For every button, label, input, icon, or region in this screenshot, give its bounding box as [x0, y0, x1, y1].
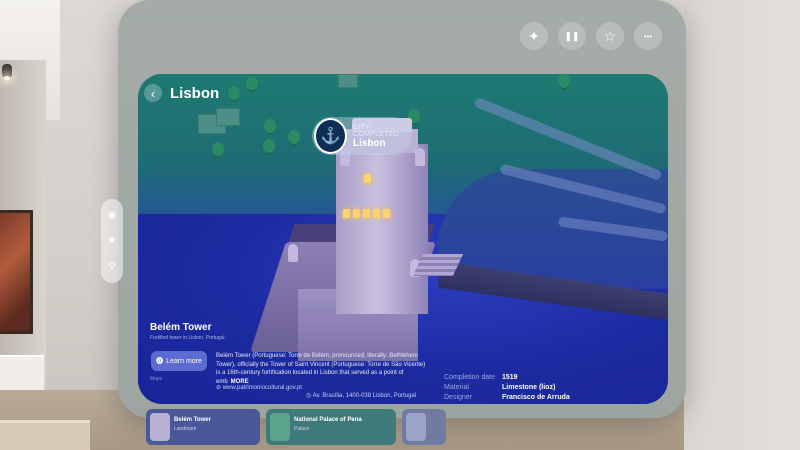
card-title: National Palace of Pena [294, 417, 362, 423]
landmark-subtitle: Fortified tower in Lisbon, Portugal [150, 335, 225, 341]
star-icon: ☆ [603, 27, 617, 44]
map-tree [228, 86, 240, 100]
star-icon[interactable]: ★ [106, 235, 118, 247]
map-tree [212, 142, 224, 156]
location-icon: ◎ [306, 393, 312, 399]
side-toolbar: ◉ ★ ⚲ [101, 199, 123, 283]
card-thumbnail [150, 413, 170, 441]
compass-glyph: ◉ [107, 210, 117, 222]
badge-status: CITY COMPLETED [352, 123, 400, 138]
gift-glyph: ⚲ [108, 260, 116, 272]
gift-icon[interactable]: ⚲ [106, 260, 118, 272]
fact-row: Designer Francisco de Arruda [444, 394, 570, 404]
map-building [216, 108, 240, 126]
lit-window [343, 209, 350, 218]
carousel-card[interactable] [402, 409, 446, 445]
star-glyph: ★ [107, 235, 117, 247]
tower-keep [336, 144, 428, 314]
map-building [338, 74, 358, 88]
tower-turret [415, 148, 425, 166]
lit-window [363, 209, 370, 218]
fact-label: Completion date [444, 374, 495, 381]
card-title: Belém Tower [174, 417, 211, 423]
landmark-name: Belém Tower [150, 322, 212, 333]
map-tree [246, 76, 258, 90]
fact-label: Designer [444, 394, 473, 401]
website-text: www.patrimoniocultural.gov.pt [222, 385, 302, 391]
map-tree [263, 139, 275, 153]
lit-window [353, 209, 360, 218]
map-tree [288, 130, 300, 144]
lit-window [373, 209, 380, 218]
landmark-carousel: Belém Tower Landmark National Palace of … [146, 409, 446, 445]
address-text: Av. Brasília, 1400-038 Lisbon, Portugal [312, 393, 417, 399]
maps-credit: Maps [150, 376, 163, 382]
ceiling-lamp [2, 64, 12, 80]
lit-window [364, 174, 371, 183]
info-icon: ⓿ [156, 358, 164, 365]
fact-value: 1519 [502, 374, 518, 381]
bench [0, 420, 90, 450]
learn-more-label: Learn more [166, 357, 202, 365]
facts-list: Completion date 1519 Material Limestone … [444, 374, 570, 404]
compass-icon[interactable]: ◉ [106, 210, 118, 222]
landmark-description: Belém Tower (Portuguese: Torre de Belém,… [216, 352, 430, 386]
page-title: Lisbon [170, 84, 220, 102]
carousel-card[interactable]: National Palace of Pena Palace [266, 409, 396, 445]
address[interactable]: ◎ Av. Brasília, 1400-038 Lisbon, Portuga… [306, 392, 416, 399]
fact-row: Material Limestone (lioz) [444, 384, 570, 394]
map-tree [558, 74, 570, 88]
globe-icon: ⊘ [216, 385, 222, 391]
carousel-card[interactable]: Belém Tower Landmark [146, 409, 260, 445]
shelf [0, 355, 44, 395]
badge-glyph: ⚓ [320, 128, 341, 145]
card-type: Landmark [174, 426, 197, 432]
card-thumbnail [270, 413, 290, 441]
fact-value: Limestone (lioz) [502, 384, 556, 391]
top-controls: ✦ ❚❚ ☆ ••• [520, 22, 662, 50]
sparkle-icon: ✦ [528, 27, 540, 44]
learn-more-button[interactable]: ⓿ Learn more [151, 351, 207, 371]
city-completed-badge[interactable]: ⚓ CITY COMPLETED Lisbon [312, 117, 412, 155]
card-thumbnail [406, 413, 426, 441]
favorite-button[interactable]: ☆ [596, 22, 624, 50]
pause-button[interactable]: ❚❚ [558, 22, 586, 50]
map-header: ‹ Lisbon [144, 84, 219, 102]
chevron-left-icon: ‹ [150, 85, 156, 101]
wall-painting [0, 210, 33, 334]
map-tree [264, 119, 276, 133]
right-wall [684, 0, 800, 450]
badge-city: Lisbon [352, 137, 386, 149]
website-link[interactable]: ⊘ www.patrimoniocultural.gov.pt [216, 384, 302, 391]
anchor-icon: ⚓ [314, 118, 347, 154]
more-button[interactable]: ••• [634, 22, 662, 50]
fact-row: Completion date 1519 [444, 374, 570, 384]
fact-value: Francisco de Arruda [502, 394, 570, 401]
sparkle-button[interactable]: ✦ [520, 22, 548, 50]
badge-text: CITY COMPLETED Lisbon [353, 124, 412, 149]
tower-turret [288, 244, 298, 262]
card-type: Palace [294, 426, 310, 432]
back-button[interactable]: ‹ [144, 84, 162, 102]
pause-icon: ❚❚ [564, 30, 580, 41]
fact-label: Material [444, 384, 469, 391]
lit-window [383, 209, 390, 218]
more-icon: ••• [643, 31, 653, 41]
